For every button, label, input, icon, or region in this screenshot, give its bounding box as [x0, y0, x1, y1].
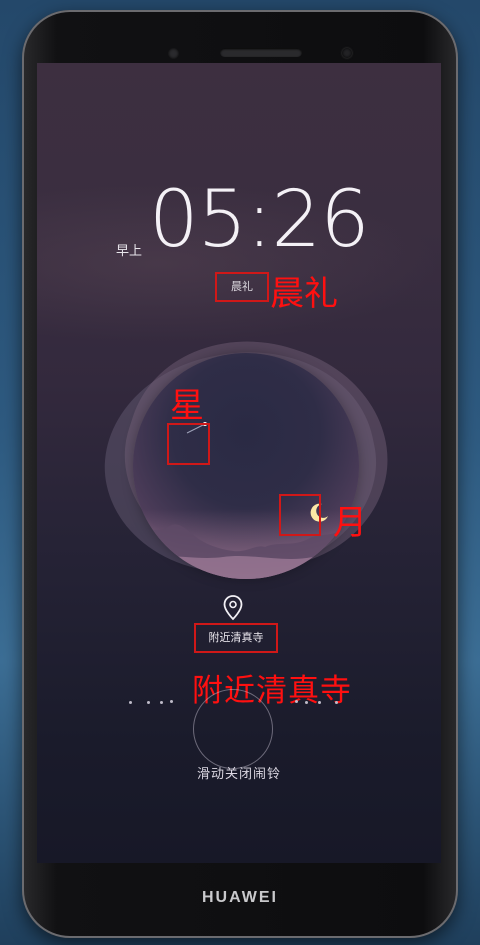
track-dot: [147, 701, 150, 704]
track-dot: [295, 700, 298, 703]
annotation-label-callout: 晨礼: [270, 274, 338, 314]
map-pin-icon: [223, 595, 243, 621]
front-camera: [168, 48, 179, 59]
earpiece-speaker: [220, 48, 302, 57]
track-dot: [170, 700, 173, 703]
track-dot: [129, 701, 132, 704]
annotation-moon-box: [279, 494, 321, 536]
alarm-time: 05:26: [149, 175, 370, 265]
annotation-moon-callout: 月: [333, 503, 367, 543]
track-dot: [318, 701, 321, 704]
proximity-sensor: [342, 48, 352, 58]
lock-screen: 早上 05:26 晨礼 晨礼 星 月 附近清真寺 附近清真寺 滑动关闭闹铃: [37, 63, 441, 863]
dismiss-slider[interactable]: [193, 689, 273, 769]
brand-logo: HUAWEI: [202, 889, 278, 906]
track-dot: [335, 701, 338, 704]
track-dot: [305, 701, 308, 704]
dismiss-hint: 滑动关闭闹铃: [196, 767, 281, 782]
orb-scene: [133, 353, 359, 579]
annotation-star-callout: 星: [170, 386, 204, 426]
clock-period: 早上: [116, 244, 143, 259]
alarm-location: 附近清真寺: [194, 623, 278, 653]
alarm-label: 晨礼: [215, 272, 269, 302]
annotation-star-box: [167, 423, 210, 465]
track-dot: [160, 701, 163, 704]
night-sky-orb: [85, 308, 416, 603]
